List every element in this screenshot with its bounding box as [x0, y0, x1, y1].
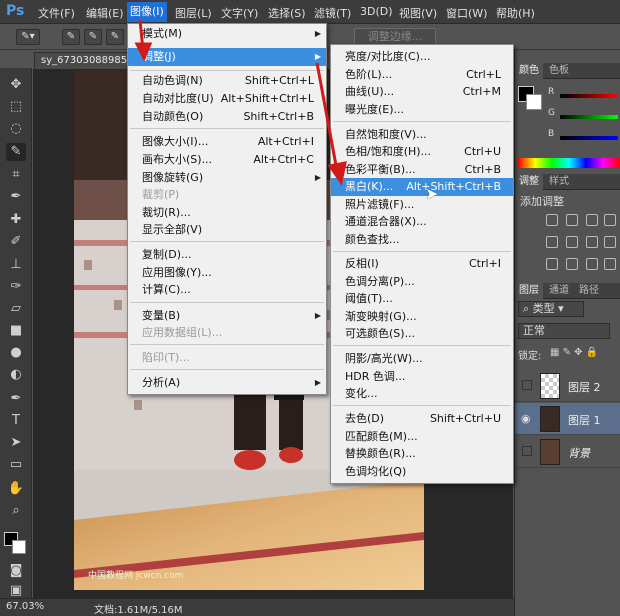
- red-arrow-head: [134, 42, 153, 62]
- red-arrow-line: [315, 62, 340, 177]
- red-arrow-head: [327, 161, 347, 186]
- annotation-arrows: [134, 19, 347, 186]
